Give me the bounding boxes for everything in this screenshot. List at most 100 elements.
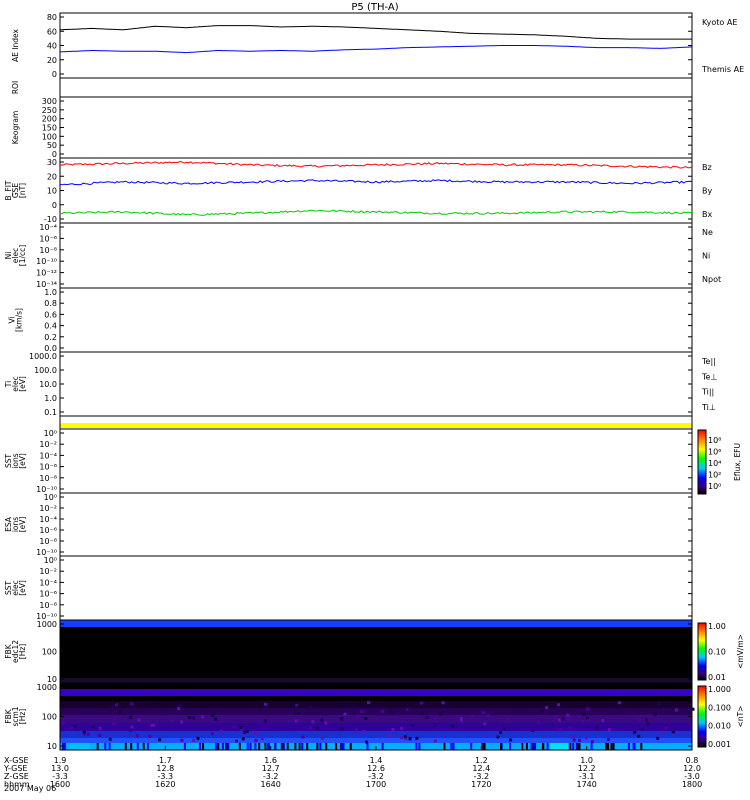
fbk2-pixel [96, 743, 99, 750]
fbk2-pixel [576, 743, 579, 750]
fbk2-pixel [381, 743, 384, 750]
fbk2-pixel [595, 726, 599, 730]
colorbar-tick-label: 0.01 [708, 673, 726, 682]
y-tick-label: 10⁻⁴ [39, 515, 57, 524]
fbk2-pixel [451, 724, 455, 728]
fbk2-pixel [545, 706, 549, 710]
legend-entry: Bz [702, 163, 712, 172]
legend-entry: Npot [702, 275, 721, 284]
fbk2-pixel [93, 709, 97, 713]
series-line-bx [59, 179, 693, 186]
y-axis-label: ROI [11, 81, 20, 94]
y-axis-label-line: [km/s] [15, 308, 24, 332]
fbk2-pixel [148, 735, 152, 738]
legend-entry: By [702, 187, 712, 196]
y-tick-label: 200 [42, 115, 57, 124]
y-tick-label: 1.0 [44, 394, 57, 403]
fbk2-pixel [640, 743, 643, 750]
y-tick-label: 10⁻² [39, 504, 57, 513]
colorbar-tick-label: 0.10 [708, 648, 726, 657]
panel-fbk1: 100010010FBKedc12[Hz]1.000.100.01<mV/m> [4, 619, 745, 684]
y-tick-label: 100.0 [34, 366, 57, 375]
chart-title: P5 (TH-A) [351, 2, 398, 13]
panel-keogram: 300250200150100500Keogram [11, 96, 693, 159]
fbk2-pixel [253, 731, 257, 735]
y-axis-label: AE Index [11, 28, 20, 61]
fbk2-pixel [568, 726, 572, 729]
colorbar-tick-label: 1.00 [708, 622, 726, 631]
colorbar-fbk1 [697, 622, 707, 681]
fbk2-pixel [646, 722, 650, 726]
y-axis-label: Nielec[1/cc] [4, 245, 27, 266]
fbk2-pixel [150, 723, 154, 727]
legend-entry: Ti|| [701, 388, 714, 397]
fbk2-pixel [91, 725, 95, 729]
fbk2-pixel [219, 729, 223, 733]
series-line-by [59, 209, 693, 216]
flux-colorbar-label: Eflux, EFU [733, 443, 742, 481]
colorbar-tick-label: 0.100 [708, 703, 731, 712]
x-row-value: 1800 [682, 780, 702, 789]
fbk2-pixel [241, 737, 245, 741]
fbk2-pixel [590, 740, 594, 744]
fbk2-pixel [320, 718, 324, 722]
fbk2-pixel [297, 718, 301, 722]
colorbar-label-text: <mV/m> [736, 634, 745, 669]
legend-entry: Ti⊥ [701, 403, 716, 412]
fbk2-pixel [129, 715, 133, 719]
fbk2-pixel [503, 727, 506, 731]
fbk2-pixel [541, 709, 544, 713]
fbk2-pixel [192, 738, 196, 742]
fbk2-pixel [226, 743, 229, 750]
fbk2-pixel [420, 701, 424, 705]
fbk2-pixel [557, 703, 560, 707]
y-axis-label: ESAions[eV] [4, 516, 27, 532]
flux-colorbar: 10⁸ 10⁶ 10⁴ 10² 10⁰ Eflux, EFU [697, 429, 742, 495]
y-tick-label: 0.1 [44, 408, 57, 417]
fbk2-pixel [391, 711, 395, 715]
fbk2-pixel [400, 726, 404, 730]
y-tick-label: 10.0 [39, 380, 57, 389]
fbk2-pixel [142, 743, 145, 750]
colorbar-fbk2 [697, 685, 707, 748]
fbk2-pixel [460, 717, 463, 721]
panel-frame [59, 77, 693, 98]
fbk2-pixel [335, 743, 338, 750]
fbk2-pixel [496, 735, 500, 739]
fbk2-pixel [483, 743, 486, 750]
fbk2-pixel [135, 734, 139, 738]
fbk2-pixel [674, 708, 678, 712]
fbk2-pixel [192, 716, 196, 720]
y-tick-label: 1000 [37, 683, 57, 692]
fbk2-pixel [340, 743, 343, 750]
y-tick-label: 10⁻⁶ [39, 234, 57, 243]
colorbar-tick-label: 1.000 [708, 685, 731, 694]
fbk2-pixel [482, 710, 485, 714]
fbk2-pixel [180, 738, 184, 742]
fbk2-pixel [211, 713, 215, 717]
panel-roi: ROI [11, 77, 693, 98]
fbk2-pixel [301, 735, 305, 739]
y-tick-label: 0.4 [44, 322, 57, 331]
panel-frame [59, 351, 693, 417]
fbk2-pixel [672, 711, 676, 715]
y-tick-label: 10⁰ [44, 556, 57, 565]
fbk2-pixel [301, 743, 304, 750]
y-tick-label: 10 [47, 187, 57, 196]
fbk2-band [60, 708, 692, 715]
fbk2-pixel [425, 715, 429, 719]
panel-yellowbar [59, 415, 693, 430]
y-tick-label: 10⁻⁴ [39, 223, 57, 232]
x-row-value: 1700 [366, 780, 386, 789]
fbk2-pixel [325, 743, 328, 750]
fbk2-pixel [319, 743, 322, 750]
series-line-bz [59, 160, 693, 169]
y-tick-label: 10⁻¹⁰ [36, 257, 57, 266]
fbk2-pixel [111, 722, 115, 726]
fbk2-pixel [260, 737, 264, 741]
series-line-kyoto-ae [59, 45, 693, 54]
fbk2-pixel [657, 702, 661, 706]
colorbar-label: <mV/m> [736, 634, 745, 669]
fbk2-pixel [664, 726, 668, 730]
fbk2-pixel [62, 721, 66, 725]
